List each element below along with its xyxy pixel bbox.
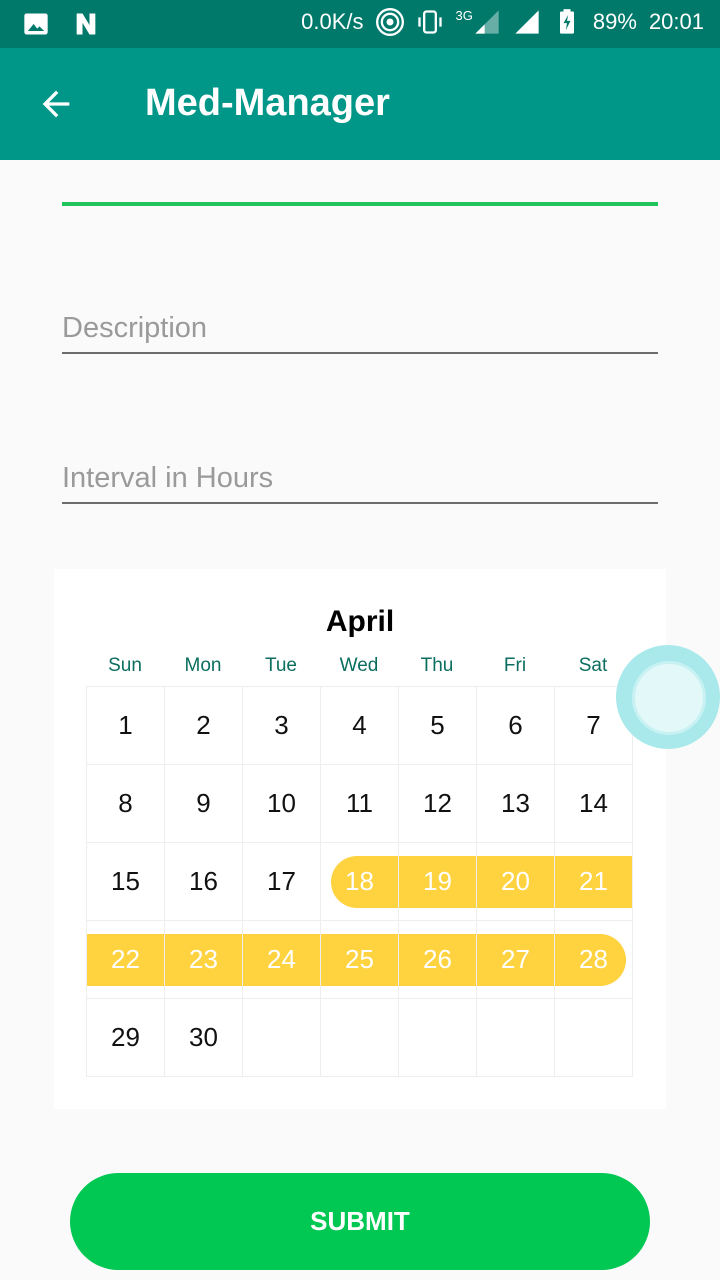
weekday-header: Sun Mon Tue Wed Thu Fri Sat xyxy=(86,655,632,677)
arrow-left-icon[interactable] xyxy=(36,84,76,124)
calendar-day[interactable]: 9 xyxy=(165,765,243,843)
calendar-day[interactable]: 11 xyxy=(321,765,399,843)
calendar-day-number: 7 xyxy=(586,710,601,740)
calendar-day-number: 3 xyxy=(274,710,289,740)
calendar-day[interactable]: 2 xyxy=(165,687,243,765)
calendar-day[interactable]: 20 xyxy=(477,843,555,921)
battery-charging-icon xyxy=(559,9,574,34)
calendar-day[interactable]: 16 xyxy=(165,843,243,921)
calendar-day[interactable]: 8 xyxy=(87,765,165,843)
calendar-day[interactable]: 28 xyxy=(555,921,633,999)
status-right: 0.0K/s 3G 89% 20:01 xyxy=(301,8,704,36)
weekday-label: Wed xyxy=(339,655,379,676)
calendar-day[interactable]: 27 xyxy=(477,921,555,999)
calendar-day-number: 6 xyxy=(508,710,523,740)
calendar-day[interactable]: 25 xyxy=(321,921,399,999)
calendar-day-number: 5 xyxy=(430,710,445,740)
calendar-day-number: 30 xyxy=(189,1022,218,1052)
calendar-empty-cell xyxy=(321,999,399,1077)
calendar-day-number: 15 xyxy=(111,866,140,896)
touch-indicator xyxy=(616,645,720,749)
calendar-day[interactable]: 5 xyxy=(399,687,477,765)
calendar-day[interactable]: 22 xyxy=(87,921,165,999)
calendar-day-number: 11 xyxy=(346,788,373,818)
calendar-day[interactable]: 19 xyxy=(399,843,477,921)
calendar-day[interactable]: 18 xyxy=(321,843,399,921)
calendar-day[interactable]: 30 xyxy=(165,999,243,1077)
calendar-day-number: 27 xyxy=(501,944,530,974)
calendar-day[interactable]: 14 xyxy=(555,765,633,843)
net-speed: 0.0K/s xyxy=(301,9,364,34)
calendar-day[interactable]: 24 xyxy=(243,921,321,999)
calendar-day-number: 16 xyxy=(189,866,218,896)
calendar-day-number: 1 xyxy=(118,710,133,740)
submit-button[interactable]: SUBMIT xyxy=(70,1173,650,1270)
hotspot-icon xyxy=(375,8,404,36)
signal-icon xyxy=(515,10,539,34)
calendar-day-number: 29 xyxy=(111,1022,140,1052)
n-icon xyxy=(76,13,96,35)
app-title: Med-Manager xyxy=(145,82,390,124)
calendar-day-number: 20 xyxy=(501,866,530,896)
description-input[interactable] xyxy=(62,304,658,352)
calendar-day[interactable]: 1 xyxy=(87,687,165,765)
name-field-underline[interactable] xyxy=(62,202,658,206)
calendar-day-number: 25 xyxy=(345,944,374,974)
calendar-day-number: 21 xyxy=(579,866,608,896)
weekday-label: Thu xyxy=(420,655,454,676)
description-field[interactable] xyxy=(62,304,658,354)
status-left-icons xyxy=(22,10,100,38)
calendar: April Sun Mon Tue Wed Thu Fri Sat 123456… xyxy=(54,569,666,1109)
calendar-day[interactable]: 15 xyxy=(87,843,165,921)
weekday-label: Tue xyxy=(264,655,298,676)
signal-icon xyxy=(475,10,499,34)
calendar-day[interactable]: 23 xyxy=(165,921,243,999)
calendar-empty-cell xyxy=(555,999,633,1077)
calendar-day-number: 8 xyxy=(118,788,133,818)
calendar-empty-cell xyxy=(477,999,555,1077)
calendar-day-number: 28 xyxy=(579,944,608,974)
battery-level: 89% xyxy=(592,9,637,34)
weekday-label: Fri xyxy=(503,655,527,676)
calendar-day-number: 12 xyxy=(423,788,452,818)
status-bar: 0.0K/s 3G 89% 20:01 xyxy=(0,0,720,48)
network-type: 3G xyxy=(455,8,473,23)
calendar-day-number: 23 xyxy=(189,944,218,974)
calendar-day-number: 22 xyxy=(111,944,140,974)
calendar-day-number: 14 xyxy=(579,788,608,818)
calendar-day-number: 19 xyxy=(423,866,452,896)
calendar-day[interactable]: 21 xyxy=(555,843,633,921)
calendar-day[interactable]: 12 xyxy=(399,765,477,843)
calendar-day[interactable]: 6 xyxy=(477,687,555,765)
calendar-day-number: 26 xyxy=(423,944,452,974)
calendar-day-number: 24 xyxy=(267,944,296,974)
interval-input[interactable] xyxy=(62,454,658,502)
calendar-day[interactable]: 17 xyxy=(243,843,321,921)
clock: 20:01 xyxy=(648,9,704,34)
app-bar: Med-Manager xyxy=(0,48,720,160)
vibrate-icon xyxy=(417,10,442,34)
interval-field[interactable] xyxy=(62,454,658,504)
calendar-day[interactable]: 13 xyxy=(477,765,555,843)
calendar-month-title: April xyxy=(325,605,395,638)
calendar-day-number: 13 xyxy=(501,788,530,818)
calendar-empty-cell xyxy=(243,999,321,1077)
calendar-empty-cell xyxy=(399,999,477,1077)
calendar-day[interactable]: 4 xyxy=(321,687,399,765)
calendar-day[interactable]: 29 xyxy=(87,999,165,1077)
calendar-day-number: 10 xyxy=(267,788,296,818)
calendar-day-number: 17 xyxy=(267,866,296,896)
image-icon xyxy=(24,13,48,35)
weekday-label: Mon xyxy=(184,655,222,676)
calendar-day[interactable]: 10 xyxy=(243,765,321,843)
calendar-grid: 1 2 3 4 5 6 7 8 9 10 11 12 13 14 15 16 17 18 19 20 21 22 23 24 2… xyxy=(86,686,634,1077)
calendar-day-number: 9 xyxy=(196,788,211,818)
calendar-day[interactable]: 3 xyxy=(243,687,321,765)
calendar-day[interactable]: 26 xyxy=(399,921,477,999)
weekday-label: Sun xyxy=(108,655,142,676)
calendar-day-number: 4 xyxy=(352,710,367,740)
calendar-day-number: 18 xyxy=(345,866,374,896)
calendar-day-number: 2 xyxy=(196,710,211,740)
